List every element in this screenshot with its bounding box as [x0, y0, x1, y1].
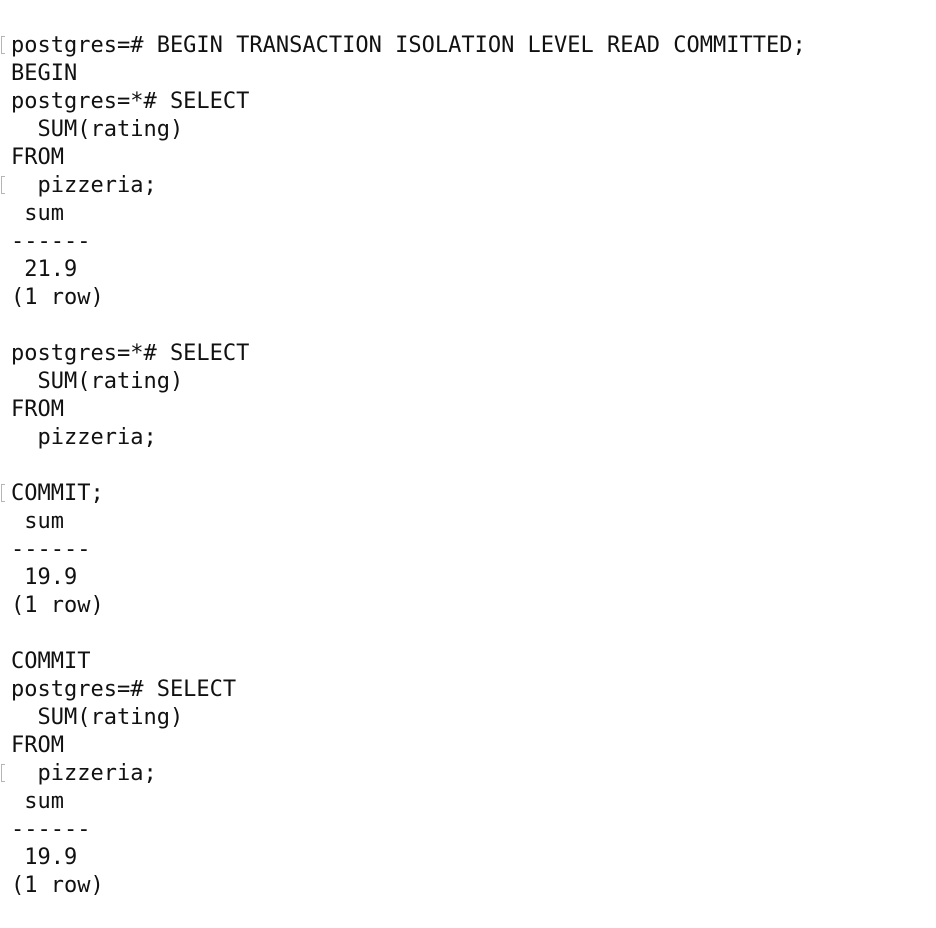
terminal-line: SUM(rating)	[11, 704, 936, 732]
terminal-line: FROM	[11, 396, 936, 424]
line-text: (1 row)	[11, 593, 104, 618]
line-text: SUM(rating)	[11, 705, 184, 730]
line-text: FROM	[11, 397, 64, 422]
bracket-marker-icon	[1, 764, 5, 782]
terminal-line: sum	[11, 200, 936, 228]
bracket-marker-icon	[1, 484, 5, 502]
line-text: (1 row)	[11, 285, 104, 310]
terminal-line: postgres=# SELECT	[11, 676, 936, 704]
line-text: pizzeria;	[11, 761, 157, 786]
line-text: postgres=*# SELECT	[11, 89, 250, 114]
terminal-line: postgres=*# SELECT	[11, 88, 936, 116]
terminal-line: (1 row)	[11, 592, 936, 620]
line-text: sum	[11, 201, 64, 226]
terminal-line: ------	[11, 816, 936, 844]
terminal-line: 19.9	[11, 844, 936, 872]
terminal-line: SUM(rating)	[11, 368, 936, 396]
line-text: 19.9	[11, 845, 78, 870]
line-text: pizzeria;	[11, 425, 157, 450]
terminal-line: sum	[11, 788, 936, 816]
line-text: postgres=# BEGIN TRANSACTION ISOLATION L…	[11, 33, 806, 58]
line-text: 19.9	[11, 565, 78, 590]
terminal-line: pizzeria;	[1, 760, 936, 788]
line-text: FROM	[11, 145, 64, 170]
terminal-line: postgres=*# SELECT	[11, 340, 936, 368]
terminal-line: BEGIN	[11, 60, 936, 88]
line-text: ------	[11, 537, 91, 562]
line-text: COMMIT	[11, 649, 91, 674]
line-text: SUM(rating)	[11, 369, 184, 394]
terminal-line: (1 row)	[11, 284, 936, 312]
line-text: ------	[11, 817, 91, 842]
terminal-line: 21.9	[11, 256, 936, 284]
line-text: postgres=*# SELECT	[11, 341, 250, 366]
bracket-marker-icon	[1, 36, 5, 54]
line-text: BEGIN	[11, 61, 78, 86]
bracket-marker-icon	[1, 176, 5, 194]
terminal-line: 19.9	[11, 564, 936, 592]
terminal-output[interactable]: postgres=# BEGIN TRANSACTION ISOLATION L…	[0, 32, 936, 912]
line-text: SUM(rating)	[11, 117, 184, 142]
line-text: postgres=# SELECT	[11, 677, 237, 702]
terminal-line: postgres=# BEGIN TRANSACTION ISOLATION L…	[1, 32, 936, 60]
terminal-line: SUM(rating)	[11, 116, 936, 144]
line-text: (1 row)	[11, 873, 104, 898]
terminal-line: FROM	[11, 732, 936, 760]
terminal-line: COMMIT	[11, 648, 936, 676]
terminal-line: (1 row)	[11, 872, 936, 900]
line-text: COMMIT;	[11, 481, 104, 506]
terminal-line: FROM	[11, 144, 936, 172]
line-text: 21.9	[11, 257, 78, 282]
terminal-line: sum	[11, 508, 936, 536]
line-text: sum	[11, 509, 64, 534]
line-text: sum	[11, 789, 64, 814]
line-text: ------	[11, 229, 91, 254]
line-text: pizzeria;	[11, 173, 157, 198]
terminal-line: pizzeria;	[11, 424, 936, 452]
terminal-line: pizzeria;	[1, 172, 936, 200]
line-text: FROM	[11, 733, 64, 758]
terminal-line: ------	[11, 536, 936, 564]
terminal-line: ------	[11, 228, 936, 256]
terminal-line: COMMIT;	[1, 480, 936, 508]
